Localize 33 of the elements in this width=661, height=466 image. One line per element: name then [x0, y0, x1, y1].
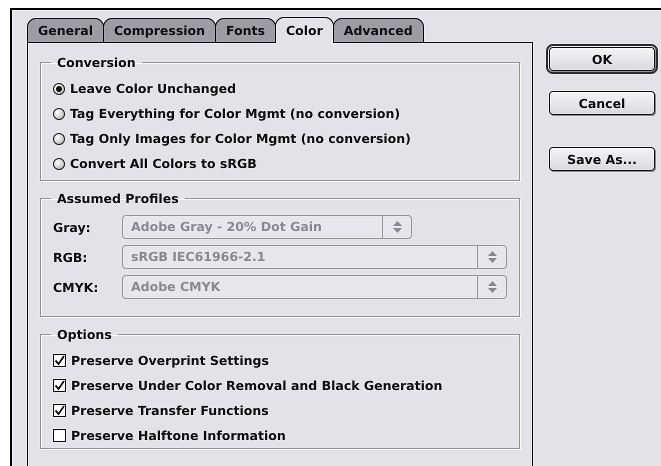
checkbox[interactable]	[53, 404, 66, 417]
up-down-arrows-icon	[488, 281, 496, 293]
group-title: Options	[56, 327, 113, 342]
dialog-button[interactable]: Cancel	[549, 91, 655, 115]
group-title: Conversion	[56, 55, 137, 70]
up-down-arrows-icon	[392, 221, 402, 233]
field-label: Gray:	[53, 220, 92, 234]
radio-button[interactable]	[53, 158, 65, 170]
checkbox[interactable]	[53, 354, 66, 367]
up-down-arrows-icon	[488, 251, 496, 263]
radio-label[interactable]: Tag Only Images for Color Mgmt (no conversion)	[70, 131, 411, 146]
tab[interactable]: Compression	[103, 18, 216, 42]
radio-button[interactable]	[53, 108, 65, 120]
checkbox-label[interactable]: Preserve Under Color Removal and Black Generation	[71, 378, 442, 393]
checkbox[interactable]	[53, 379, 66, 392]
checkbox-label[interactable]: Preserve Halftone Information	[71, 428, 286, 443]
dialog-button[interactable]: Save As...	[549, 147, 655, 171]
tab[interactable]: Advanced	[332, 18, 424, 42]
dialog-button[interactable]: OK	[549, 47, 655, 71]
tab[interactable]: Fonts	[215, 18, 276, 42]
radio-label[interactable]: Leave Color Unchanged	[70, 81, 236, 96]
tab[interactable]: Color	[274, 17, 334, 43]
tab[interactable]: General	[27, 18, 104, 42]
radio-label[interactable]: Convert All Colors to sRGB	[70, 156, 257, 171]
radio-button[interactable]	[53, 82, 65, 94]
group-title: Assumed Profiles	[56, 191, 180, 206]
radio-label[interactable]: Tag Everything for Color Mgmt (no conversion)	[70, 106, 400, 121]
checkbox-label[interactable]: Preserve Transfer Functions	[71, 403, 269, 418]
field-label: RGB:	[53, 250, 88, 264]
checkbox[interactable]	[53, 429, 66, 442]
checkbox-label[interactable]: Preserve Overprint Settings	[71, 353, 269, 368]
field-label: CMYK:	[53, 280, 100, 294]
radio-button[interactable]	[53, 132, 65, 144]
